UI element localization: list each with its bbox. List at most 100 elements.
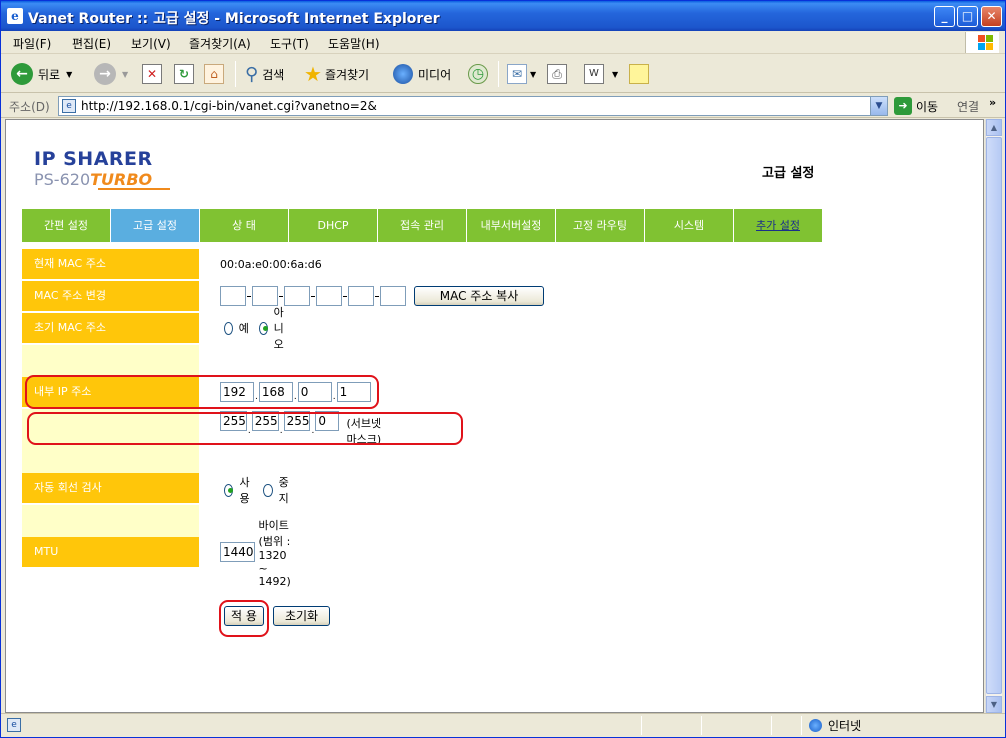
menu-file[interactable]: 파일(F) [13, 35, 51, 52]
back-button[interactable]: ← 뒤로 ▼ [11, 59, 72, 89]
menu-bar: 파일(F) 편집(E) 보기(V) 즐겨찾기(A) 도구(T) 도움말(H) [1, 31, 1005, 54]
page-icon: e [62, 99, 76, 113]
search-label: 검색 [262, 67, 285, 82]
chevron-right-icon[interactable]: » [989, 96, 996, 109]
forward-dropdown-icon[interactable]: ▼ [122, 70, 128, 79]
menu-edit[interactable]: 편집(E) [72, 35, 111, 52]
tab-easy-setup[interactable]: 간편 설정 [22, 209, 111, 242]
back-dropdown-icon[interactable]: ▼ [66, 70, 72, 79]
security-zone: 인터넷 [809, 717, 861, 734]
mail-button[interactable]: ✉ ▼ [507, 59, 536, 89]
mtu-input[interactable]: 1440 [220, 542, 255, 562]
menu-tools[interactable]: 도구(T) [270, 35, 309, 52]
stop-button[interactable]: ✕ [142, 59, 162, 89]
reset-button[interactable]: 초기화 [273, 606, 330, 626]
mac-field-2[interactable] [252, 286, 278, 306]
tab-status[interactable]: 상 태 [200, 209, 289, 242]
logo-model-line: PS-620TURBO [34, 170, 152, 189]
mac-field-4[interactable] [316, 286, 342, 306]
back-arrow-icon: ← [11, 63, 33, 85]
auto-line-on-radio[interactable] [224, 483, 234, 497]
home-button[interactable]: ⌂ [204, 59, 224, 89]
auto-line-off-radio[interactable] [263, 483, 273, 497]
links-button[interactable]: 연결 [957, 98, 979, 115]
auto-line-on-label: 사용 [239, 476, 250, 505]
menu-view[interactable]: 보기(V) [131, 35, 171, 52]
mac-change-label: MAC 주소 변경 [22, 281, 199, 311]
go-button[interactable]: ➜ 이동 [894, 97, 938, 115]
toolbar-separator [235, 61, 236, 87]
mtu-fields: 1440 바이트 (범위 : 1320 ~ 1492) [220, 519, 294, 588]
initial-mac-yes-radio[interactable] [224, 321, 233, 335]
mac-field-6[interactable] [380, 286, 406, 306]
discuss-button[interactable] [629, 59, 649, 89]
minimize-button[interactable]: _ [934, 6, 955, 27]
vertical-scrollbar[interactable]: ▲ ▼ [985, 119, 1002, 713]
address-dropdown-icon[interactable]: ▼ [870, 97, 887, 115]
forward-button[interactable]: → ▼ [94, 59, 128, 89]
mac-field-3[interactable] [284, 286, 310, 306]
print-button[interactable]: ⎙ [547, 59, 567, 89]
back-label: 뒤로 [38, 67, 61, 82]
apply-highlight [219, 600, 269, 637]
mtu-label: MTU [22, 537, 199, 567]
refresh-button[interactable]: ↻ [174, 59, 194, 89]
close-button[interactable]: ✕ [981, 6, 1002, 27]
address-label: 주소(D) [9, 100, 50, 114]
page-viewport: IP SHARER PS-620TURBO 고급 설정 간편 설정 고급 설정 … [5, 119, 984, 713]
mac-separator [279, 295, 283, 297]
auto-line-off-label: 중지 [278, 476, 289, 505]
scroll-down-icon[interactable]: ▼ [986, 696, 1002, 713]
menu-favorites[interactable]: 즐겨찾기(A) [189, 35, 251, 52]
windows-logo-icon [965, 32, 999, 53]
menu-help[interactable]: 도움말(H) [328, 35, 380, 52]
tab-system[interactable]: 시스템 [645, 209, 734, 242]
address-input[interactable]: e http://192.168.0.1/cgi-bin/vanet.cgi?v… [58, 96, 888, 116]
mac-separator [375, 295, 379, 297]
search-button[interactable]: ⚲ 검색 [245, 59, 284, 89]
tab-internal-server[interactable]: 내부서버설정 [467, 209, 556, 242]
history-button[interactable]: ◷ [468, 59, 488, 89]
scroll-up-icon[interactable]: ▲ [986, 119, 1002, 136]
maximize-button[interactable]: □ [957, 6, 978, 27]
tab-additional-settings[interactable]: 추가 설정 [734, 209, 823, 242]
status-bar: e 인터넷 [1, 713, 1005, 737]
media-globe-icon [393, 64, 413, 84]
mac-field-5[interactable] [348, 286, 374, 306]
address-bar: 주소(D) e http://192.168.0.1/cgi-bin/vanet… [1, 94, 1005, 118]
note-icon [629, 64, 649, 84]
internet-globe-icon [809, 719, 822, 732]
spacer-cell [22, 345, 199, 377]
refresh-icon: ↻ [174, 64, 194, 84]
media-button[interactable]: 미디어 [393, 59, 451, 89]
current-mac-value: 00:0a:e0:00:6a:d6 [220, 257, 322, 271]
toolbar-separator [498, 61, 499, 87]
home-icon: ⌂ [204, 64, 224, 84]
tab-advanced-setup[interactable]: 고급 설정 [111, 209, 200, 242]
edit-button[interactable]: W ▼ [584, 59, 618, 89]
history-icon: ◷ [468, 64, 488, 84]
spacer-cell [22, 505, 199, 537]
logo-brand: IP SHARER [34, 148, 153, 170]
edit-dropdown-icon[interactable]: ▼ [612, 70, 618, 79]
page-title: 고급 설정 [762, 166, 815, 181]
mtu-note: 바이트 (범위 : 1320 ~ 1492) [258, 518, 291, 588]
status-divider [801, 716, 802, 735]
initial-mac-label: 초기 MAC 주소 [22, 313, 199, 343]
scroll-thumb[interactable] [986, 137, 1002, 694]
mac-copy-button[interactable]: MAC 주소 복사 [414, 286, 544, 306]
tab-static-routing[interactable]: 고정 라우팅 [556, 209, 645, 242]
tab-dhcp[interactable]: DHCP [289, 209, 378, 242]
mail-dropdown-icon[interactable]: ▼ [530, 70, 536, 79]
address-url[interactable]: http://192.168.0.1/cgi-bin/vanet.cgi?van… [81, 99, 377, 113]
favorites-label: 즐겨찾기 [324, 67, 370, 82]
favorites-button[interactable]: ★ 즐겨찾기 [304, 59, 369, 89]
initial-mac-no-radio[interactable] [258, 321, 268, 335]
forward-arrow-icon: → [94, 63, 116, 85]
tab-access-management[interactable]: 접속 관리 [378, 209, 467, 242]
mac-separator [311, 295, 315, 297]
mac-separator [343, 295, 347, 297]
status-page-icon: e [7, 718, 21, 732]
mac-field-1[interactable] [220, 286, 246, 306]
title-bar[interactable]: e Vanet Router :: 고급 설정 - Microsoft Inte… [1, 1, 1005, 31]
